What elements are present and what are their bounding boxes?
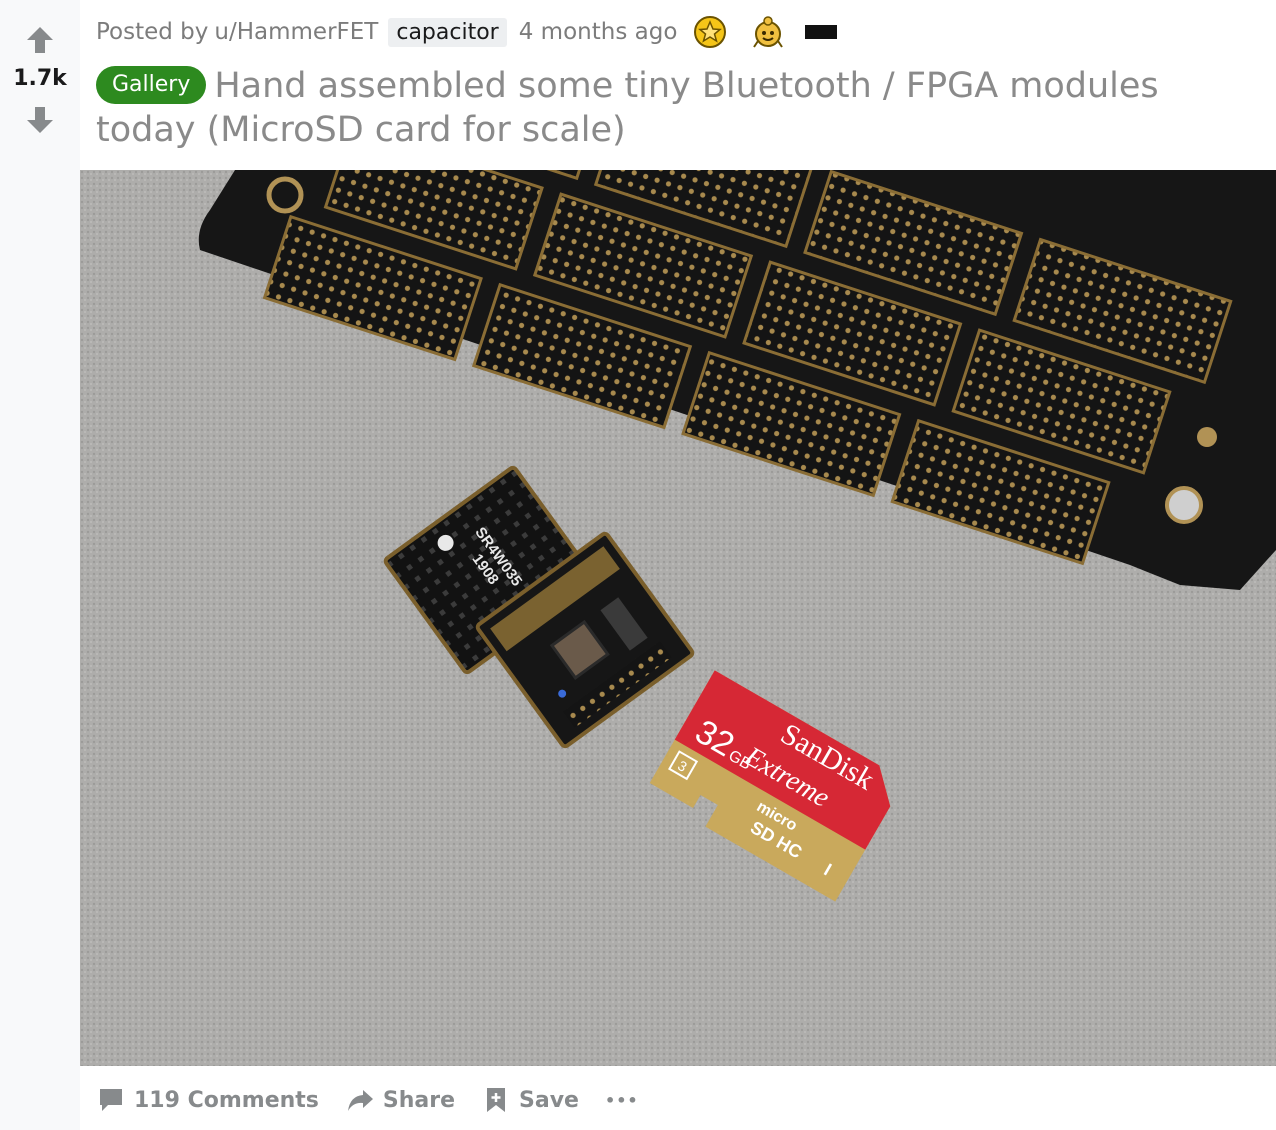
post-actions: 119 Comments Share Save ••• [96,1078,665,1122]
more-options-icon: ••• [604,1090,639,1110]
vote-score: 1.7k [13,66,67,91]
author-link[interactable]: u/HammerFET [214,19,378,45]
star-award-icon[interactable] [693,15,727,49]
panel-hole [1197,427,1217,447]
save-button[interactable]: Save [481,1085,579,1115]
posted-by-label: Posted by [96,19,209,45]
post-image[interactable]: SR4W035 1908 SanDisk Extreme 32 GB 3 mic… [80,170,1276,1066]
comment-icon [100,1089,122,1111]
save-label: Save [519,1087,579,1113]
post-title-area: Gallery Hand assembled some tiny Bluetoot… [96,64,1246,152]
post-time[interactable]: 4 months ago [519,19,678,45]
post-title[interactable]: Hand assembled some tiny Bluetooth / FPG… [96,66,1159,150]
bookmark-icon [487,1088,506,1112]
panel-hole [1165,486,1203,524]
photo-drawing: SR4W035 1908 SanDisk Extreme 32 GB 3 mic… [80,170,1276,1066]
post-meta: Posted by u/HammerFET capacitor 4 months… [96,14,838,50]
vote-column: 1.7k [0,0,80,1130]
comments-label: 119 Comments [134,1087,319,1113]
arrow-up-icon[interactable] [24,24,56,56]
user-flair: capacitor [388,17,507,47]
gallery-flair[interactable]: Gallery [96,66,207,104]
share-label: Share [382,1087,456,1113]
share-icon [347,1090,373,1111]
rectangle-award-icon[interactable] [805,25,838,39]
share-button[interactable]: Share [345,1085,455,1115]
wholesome-award-icon[interactable] [751,15,785,49]
comments-button[interactable]: 119 Comments [96,1085,319,1115]
arrow-down-icon[interactable] [24,104,56,136]
more-options-button[interactable]: ••• [605,1091,639,1110]
